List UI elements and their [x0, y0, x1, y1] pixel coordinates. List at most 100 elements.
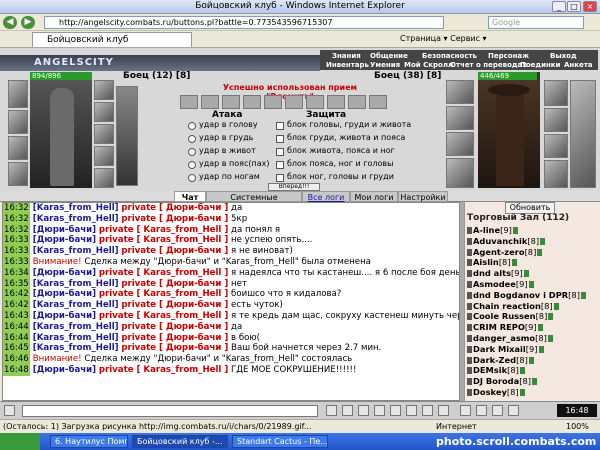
skill-slot-icon[interactable] [306, 95, 324, 109]
chat-nick[interactable]: [Дюри-бачи] [33, 268, 96, 278]
armor-slot-icon[interactable] [8, 162, 28, 186]
private-recipient[interactable]: private [ Дюри-бачи ] [121, 322, 228, 332]
fighter-left-name[interactable]: Боец (12) [8] [123, 71, 190, 81]
send-icon[interactable] [326, 405, 337, 416]
right-helmet-slot-icon[interactable] [544, 80, 568, 106]
submenu-skills[interactable]: Умения [370, 61, 400, 69]
user-name[interactable]: dnd alts [473, 268, 511, 278]
user-name[interactable]: Doskey [473, 387, 507, 397]
chat-nick[interactable]: [Karas_from_Hell] [33, 300, 119, 310]
submenu-profile[interactable]: Анкета [564, 61, 593, 69]
submenu-fights[interactable]: Поединки [520, 61, 560, 69]
helmet-slot-icon[interactable] [8, 80, 28, 108]
skill-slot-icon[interactable] [327, 95, 345, 109]
skill-slot-icon[interactable] [243, 95, 261, 109]
private-recipient[interactable]: private [ Дюри-бачи ] [121, 203, 228, 213]
boots-slot-icon[interactable] [94, 168, 114, 188]
skill-slot-icon[interactable] [201, 95, 219, 109]
info-icon[interactable] [519, 389, 525, 396]
translit-icon[interactable] [390, 405, 401, 416]
user-name[interactable]: DJ Boroda [473, 376, 519, 386]
right-items-column-icon[interactable] [570, 80, 596, 188]
sound-icon[interactable] [406, 405, 417, 416]
user-name[interactable]: Dark Mixail [473, 344, 526, 354]
forward-icon[interactable]: ▶ [21, 16, 35, 29]
info-icon[interactable] [547, 335, 553, 342]
info-icon[interactable] [580, 291, 586, 299]
skill-slot-icon[interactable] [285, 95, 303, 109]
users-icon[interactable] [476, 405, 487, 416]
map-icon[interactable] [460, 405, 471, 416]
info-icon[interactable] [511, 259, 517, 267]
info-icon[interactable] [528, 281, 534, 288]
user-list-item[interactable]: CRIM REPO[9] [467, 322, 543, 333]
defense-option[interactable]: блок груди, живота и пояса [287, 133, 405, 142]
defense-checkbox[interactable] [276, 122, 284, 130]
search-input[interactable]: Google [488, 16, 584, 29]
attack-option[interactable]: удар в живот [199, 146, 256, 155]
attack-radio[interactable] [188, 148, 196, 156]
close-button[interactable]: × [583, 1, 597, 12]
user-name[interactable]: Agent-zero [473, 247, 525, 257]
user-list-item[interactable]: Aduvanchik[8] [467, 236, 546, 247]
info-icon[interactable] [540, 237, 546, 245]
defense-checkbox[interactable] [276, 161, 284, 169]
user-list-item[interactable]: Asmodee[9] [467, 279, 534, 290]
defense-option[interactable]: блок пояса, ног и головы [287, 159, 393, 168]
fighter-left-avatar[interactable] [30, 80, 92, 188]
taskbar-item-active[interactable]: Бойцовский клуб -... [132, 435, 228, 448]
tab-system-messages[interactable]: Системные сообщения [206, 191, 302, 213]
away-icon[interactable] [422, 405, 433, 416]
back-icon[interactable]: ◀ [3, 16, 17, 29]
minimize-button[interactable]: _ [552, 1, 566, 12]
menu-item-security[interactable]: Безопасность [422, 52, 477, 60]
menu-item-character[interactable]: Персонаж [488, 52, 529, 60]
attack-option[interactable]: удар в пояс(пах) [199, 159, 270, 168]
user-name[interactable]: Aislin [473, 257, 499, 267]
user-list-item[interactable]: Dark-Zed[8] [467, 355, 534, 366]
right-weapon-slot-icon[interactable] [446, 80, 474, 104]
defense-option[interactable]: блок живота, пояса и ног [287, 146, 395, 155]
taskbar-item[interactable]: Standart Cactus - Пе... [232, 435, 328, 448]
info-icon[interactable] [548, 313, 554, 321]
ring-slot-icon[interactable] [94, 80, 114, 100]
chat-nick[interactable]: [Karas_from_Hell] [33, 214, 119, 224]
menu-item-knowledge[interactable]: Знания [332, 52, 361, 60]
private-recipient[interactable]: private [ Дюри-бачи ] [121, 333, 228, 343]
info-icon[interactable] [537, 248, 543, 256]
info-icon[interactable] [523, 270, 529, 278]
right-bracer-slot-icon[interactable] [446, 132, 474, 156]
private-recipient[interactable]: private [ Дюри-бачи ] [121, 214, 228, 224]
chat-nick[interactable]: [Дюри-бачи] [33, 289, 96, 299]
defense-checkbox[interactable] [276, 148, 284, 156]
attack-option[interactable]: удар в грудь [199, 133, 253, 142]
user-list-item[interactable]: Chain reaction[8] [467, 301, 559, 312]
start-button[interactable] [0, 433, 40, 450]
user-list-item[interactable]: Aislin[8] [467, 257, 517, 268]
zoom-level[interactable]: 100% [566, 420, 589, 433]
private-recipient[interactable]: private [ Дюри-бачи ] [121, 279, 228, 289]
chat-nick[interactable]: [Karas_from_Hell] [33, 246, 119, 256]
taskbar-item[interactable]: 6. Наутилус Помпил... [50, 435, 128, 448]
user-name[interactable]: Chain reaction [473, 301, 541, 311]
info-icon[interactable] [519, 367, 525, 375]
user-list-item[interactable]: Coole Russen[8] [467, 311, 554, 322]
tab-settings[interactable]: Настройки [398, 191, 448, 202]
right-gloves-slot-icon[interactable] [544, 134, 568, 158]
clear-icon[interactable] [342, 405, 353, 416]
attack-option[interactable]: удар в голову [199, 120, 258, 129]
skill-slot-icon[interactable] [348, 95, 366, 109]
maximize-button[interactable]: □ [567, 1, 581, 12]
skill-slot-icon[interactable] [180, 95, 198, 109]
user-name[interactable]: DEMsik [473, 365, 507, 375]
private-recipient[interactable]: private [ Дюри-бачи ] [121, 300, 228, 310]
user-list-item[interactable]: dnd Bogdanov i DPR[8] [467, 290, 586, 301]
right-shield-slot-icon[interactable] [446, 158, 474, 188]
user-list-item[interactable]: dnd alts[9] [467, 268, 529, 279]
user-list-item[interactable]: DJ Boroda[8] [467, 376, 537, 387]
user-list-item[interactable]: DEMsik[8] [467, 365, 525, 376]
info-icon[interactable] [531, 378, 537, 386]
smiles-icon[interactable] [358, 405, 369, 416]
skill-slot-icon[interactable] [222, 95, 240, 109]
user-name[interactable]: dnd Bogdanov i DPR [473, 290, 568, 300]
